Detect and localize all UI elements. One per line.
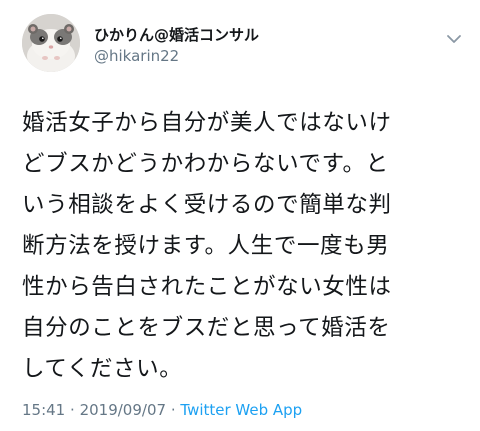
tweet-text-line: どブスかどうかわからないです。と [22, 151, 389, 177]
meta-separator: · [70, 401, 75, 419]
tweet-text: 婚活女子から自分が美人ではないけ どブスかどうかわからないです。と いう相談をよ… [22, 103, 466, 390]
tweet-time[interactable]: 15:41 [22, 401, 65, 419]
user-handle[interactable]: @hikarin22 [94, 47, 179, 65]
tweet-source-link[interactable]: Twitter Web App [180, 401, 302, 419]
avatar[interactable] [22, 14, 80, 72]
tweet-text-line: 断方法を授けます。人生で一度も男 [22, 233, 390, 259]
tweet-text-line: 性から告白されたことがない女性は [22, 274, 392, 300]
hamster-avatar-icon [22, 14, 80, 72]
tweet-date[interactable]: 2019/09/07 [80, 401, 166, 419]
tweet-text-line: いう相談をよく受けるので簡単な判 [22, 192, 392, 218]
display-name[interactable]: ひかりん@婚活コンサル [94, 24, 259, 45]
tweet-text-line: 婚活女子から自分が美人ではないけ [22, 110, 392, 136]
meta-separator: · [170, 401, 176, 419]
tweet-card: ひかりん@婚活コンサル @hikarin22 婚活女子から自分が美人ではないけ … [0, 0, 480, 431]
tweet-metadata: 15:41 · 2019/09/07 · Twitter Web App [22, 401, 302, 419]
tweet-text-line: してください。 [22, 356, 183, 382]
chevron-down-icon[interactable] [446, 30, 462, 43]
tweet-text-line: 自分のことをブスだと思って婚活を [22, 315, 391, 341]
